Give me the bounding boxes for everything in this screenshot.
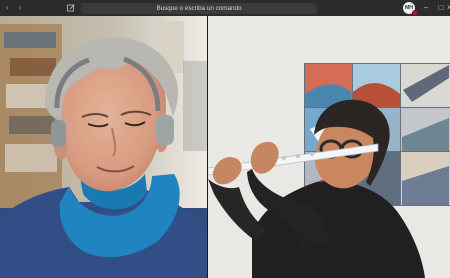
forward-icon[interactable]: › bbox=[19, 3, 22, 12]
left-video-frame bbox=[0, 16, 207, 278]
maximize-icon[interactable]: □ bbox=[435, 2, 447, 14]
app-titlebar: ‹ › Busque o escriba un comando MH – □ × bbox=[0, 0, 450, 16]
participant-video-left[interactable] bbox=[0, 16, 207, 278]
compose-icon[interactable] bbox=[66, 3, 76, 13]
participant-video-right[interactable] bbox=[208, 16, 450, 278]
search-placeholder: Busque o escriba un comando bbox=[156, 5, 242, 12]
minimize-icon[interactable]: – bbox=[420, 2, 432, 14]
back-icon[interactable]: ‹ bbox=[6, 3, 9, 12]
right-video-frame bbox=[208, 16, 450, 278]
navigation-buttons: ‹ › bbox=[6, 4, 30, 12]
search-input[interactable]: Busque o escriba un comando bbox=[81, 3, 317, 14]
